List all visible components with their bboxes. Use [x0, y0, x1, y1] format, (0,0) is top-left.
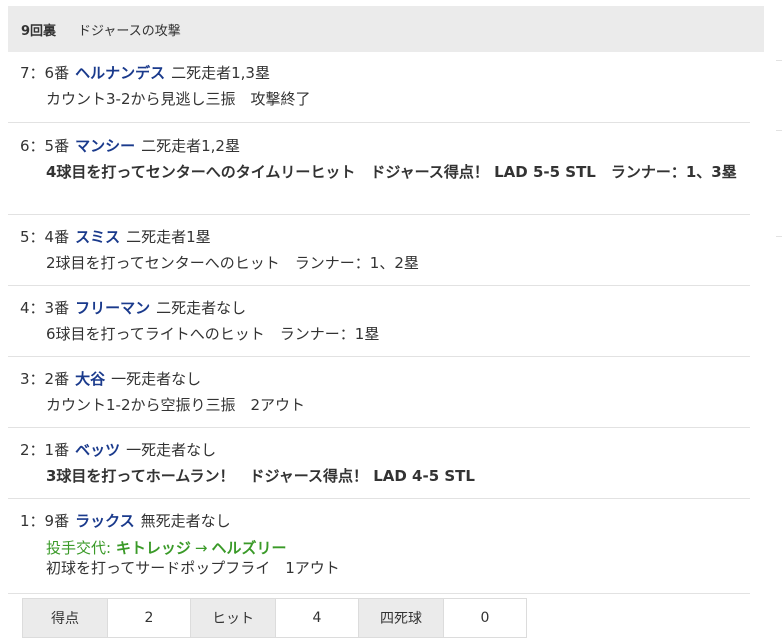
play-header: 2：1番 ベッツ 一死走者なし — [20, 439, 216, 460]
runs-value: 2 — [108, 599, 191, 637]
play-item: 2：1番 ベッツ 一死走者なし 3球目を打ってホームラン！ ドジャース得点！ LAD… — [8, 428, 750, 499]
divider — [776, 236, 782, 237]
runner-situation: 二死走者1,3塁 — [171, 64, 270, 82]
play-description: 6球目を打ってライトへのヒット ランナー：1塁 — [46, 325, 380, 343]
runner-situation: 一死走者なし — [126, 441, 217, 459]
batter-name-link[interactable]: 大谷 — [75, 370, 105, 388]
play-list: 7：6番 ヘルナンデス 二死走者1,3塁 カウント3-2から見逃し三振 攻撃終了 6… — [8, 52, 764, 594]
batting-order: 5：4番 — [20, 228, 70, 246]
batter-name-link[interactable]: マンシー — [75, 137, 135, 155]
walks-value: 0 — [444, 599, 526, 637]
pitching-change-label: 投手交代: — [46, 539, 112, 557]
play-header: 7：6番 ヘルナンデス 二死走者1,3塁 — [20, 62, 270, 83]
play-description: カウント1-2から空振り三振 2アウト — [46, 396, 306, 414]
inning-label: 9回裏 — [21, 23, 57, 39]
play-description: 初球を打ってサードポップフライ 1アウト — [46, 559, 340, 577]
attack-team-label: ドジャースの攻撃 — [78, 23, 181, 39]
hits-value: 4 — [276, 599, 359, 637]
play-header: 5：4番 スミス 二死走者1塁 — [20, 226, 211, 247]
batting-order: 4：3番 — [20, 299, 70, 317]
outgoing-pitcher-link[interactable]: キトレッジ — [116, 539, 191, 557]
play-description: カウント3-2から見逃し三振 攻撃終了 — [46, 90, 311, 108]
runner-situation: 一死走者なし — [111, 370, 202, 388]
play-item: 4：3番 フリーマン 二死走者なし 6球目を打ってライトへのヒット ランナー：1塁 — [8, 286, 750, 357]
runs-label: 得点 — [23, 599, 108, 637]
divider — [776, 60, 782, 61]
batter-name-link[interactable]: ヘルナンデス — [75, 64, 165, 82]
inning-stats-table: 得点 2 ヒット 4 四死球 0 — [22, 598, 527, 638]
play-description: 2球目を打ってセンターへのヒット ランナー：1、2塁 — [46, 254, 419, 272]
incoming-pitcher-link[interactable]: ヘルズリー — [211, 539, 286, 557]
batting-order: 6：5番 — [20, 137, 70, 155]
batting-order: 2：1番 — [20, 441, 70, 459]
batter-name-link[interactable]: ラックス — [75, 512, 135, 530]
runner-situation: 無死走者なし — [140, 512, 231, 530]
batting-order: 7：6番 — [20, 64, 70, 82]
play-item: 3：2番 大谷 一死走者なし カウント1-2から空振り三振 2アウト — [8, 357, 750, 428]
play-header: 4：3番 フリーマン 二死走者なし — [20, 297, 246, 318]
play-item: 6：5番 マンシー 二死走者1,2塁 4球目を打ってセンターへのタイムリーヒット ド… — [8, 123, 750, 215]
right-arrow-icon: → — [194, 539, 208, 557]
runner-situation: 二死走者なし — [156, 299, 247, 317]
inning-panel: 9回裏 ドジャースの攻撃 7：6番 ヘルナンデス 二死走者1,3塁 カウント3-2か… — [8, 6, 764, 643]
play-description: 4球目を打ってセンターへのタイムリーヒット ドジャース得点！ LAD 5-5 S… — [46, 163, 737, 181]
play-header: 6：5番 マンシー 二死走者1,2塁 — [20, 135, 240, 156]
runner-situation: 二死走者1,2塁 — [141, 137, 240, 155]
play-header: 1：9番 ラックス 無死走者なし — [20, 510, 231, 531]
batting-order: 1：9番 — [20, 512, 70, 530]
play-description: 3球目を打ってホームラン！ ドジャース得点！ LAD 4-5 STL — [46, 467, 475, 485]
walks-label: 四死球 — [359, 599, 444, 637]
hits-label: ヒット — [191, 599, 276, 637]
play-item: 7：6番 ヘルナンデス 二死走者1,3塁 カウント3-2から見逃し三振 攻撃終了 — [8, 52, 750, 123]
runner-situation: 二死走者1塁 — [126, 228, 211, 246]
play-header: 3：2番 大谷 一死走者なし — [20, 368, 201, 389]
batter-name-link[interactable]: スミス — [75, 228, 120, 246]
batter-name-link[interactable]: ベッツ — [75, 441, 120, 459]
play-item: 5：4番 スミス 二死走者1塁 2球目を打ってセンターへのヒット ランナー：1、2塁 — [8, 215, 750, 286]
batting-order: 3：2番 — [20, 370, 70, 388]
play-item: 1：9番 ラックス 無死走者なし 投手交代: キトレッジ → ヘルズリー 初球を打ってサ… — [8, 499, 750, 594]
divider — [776, 130, 782, 131]
inning-header: 9回裏 ドジャースの攻撃 — [8, 6, 764, 52]
pitching-change: 投手交代: キトレッジ → ヘルズリー — [46, 537, 286, 558]
batter-name-link[interactable]: フリーマン — [75, 299, 150, 317]
